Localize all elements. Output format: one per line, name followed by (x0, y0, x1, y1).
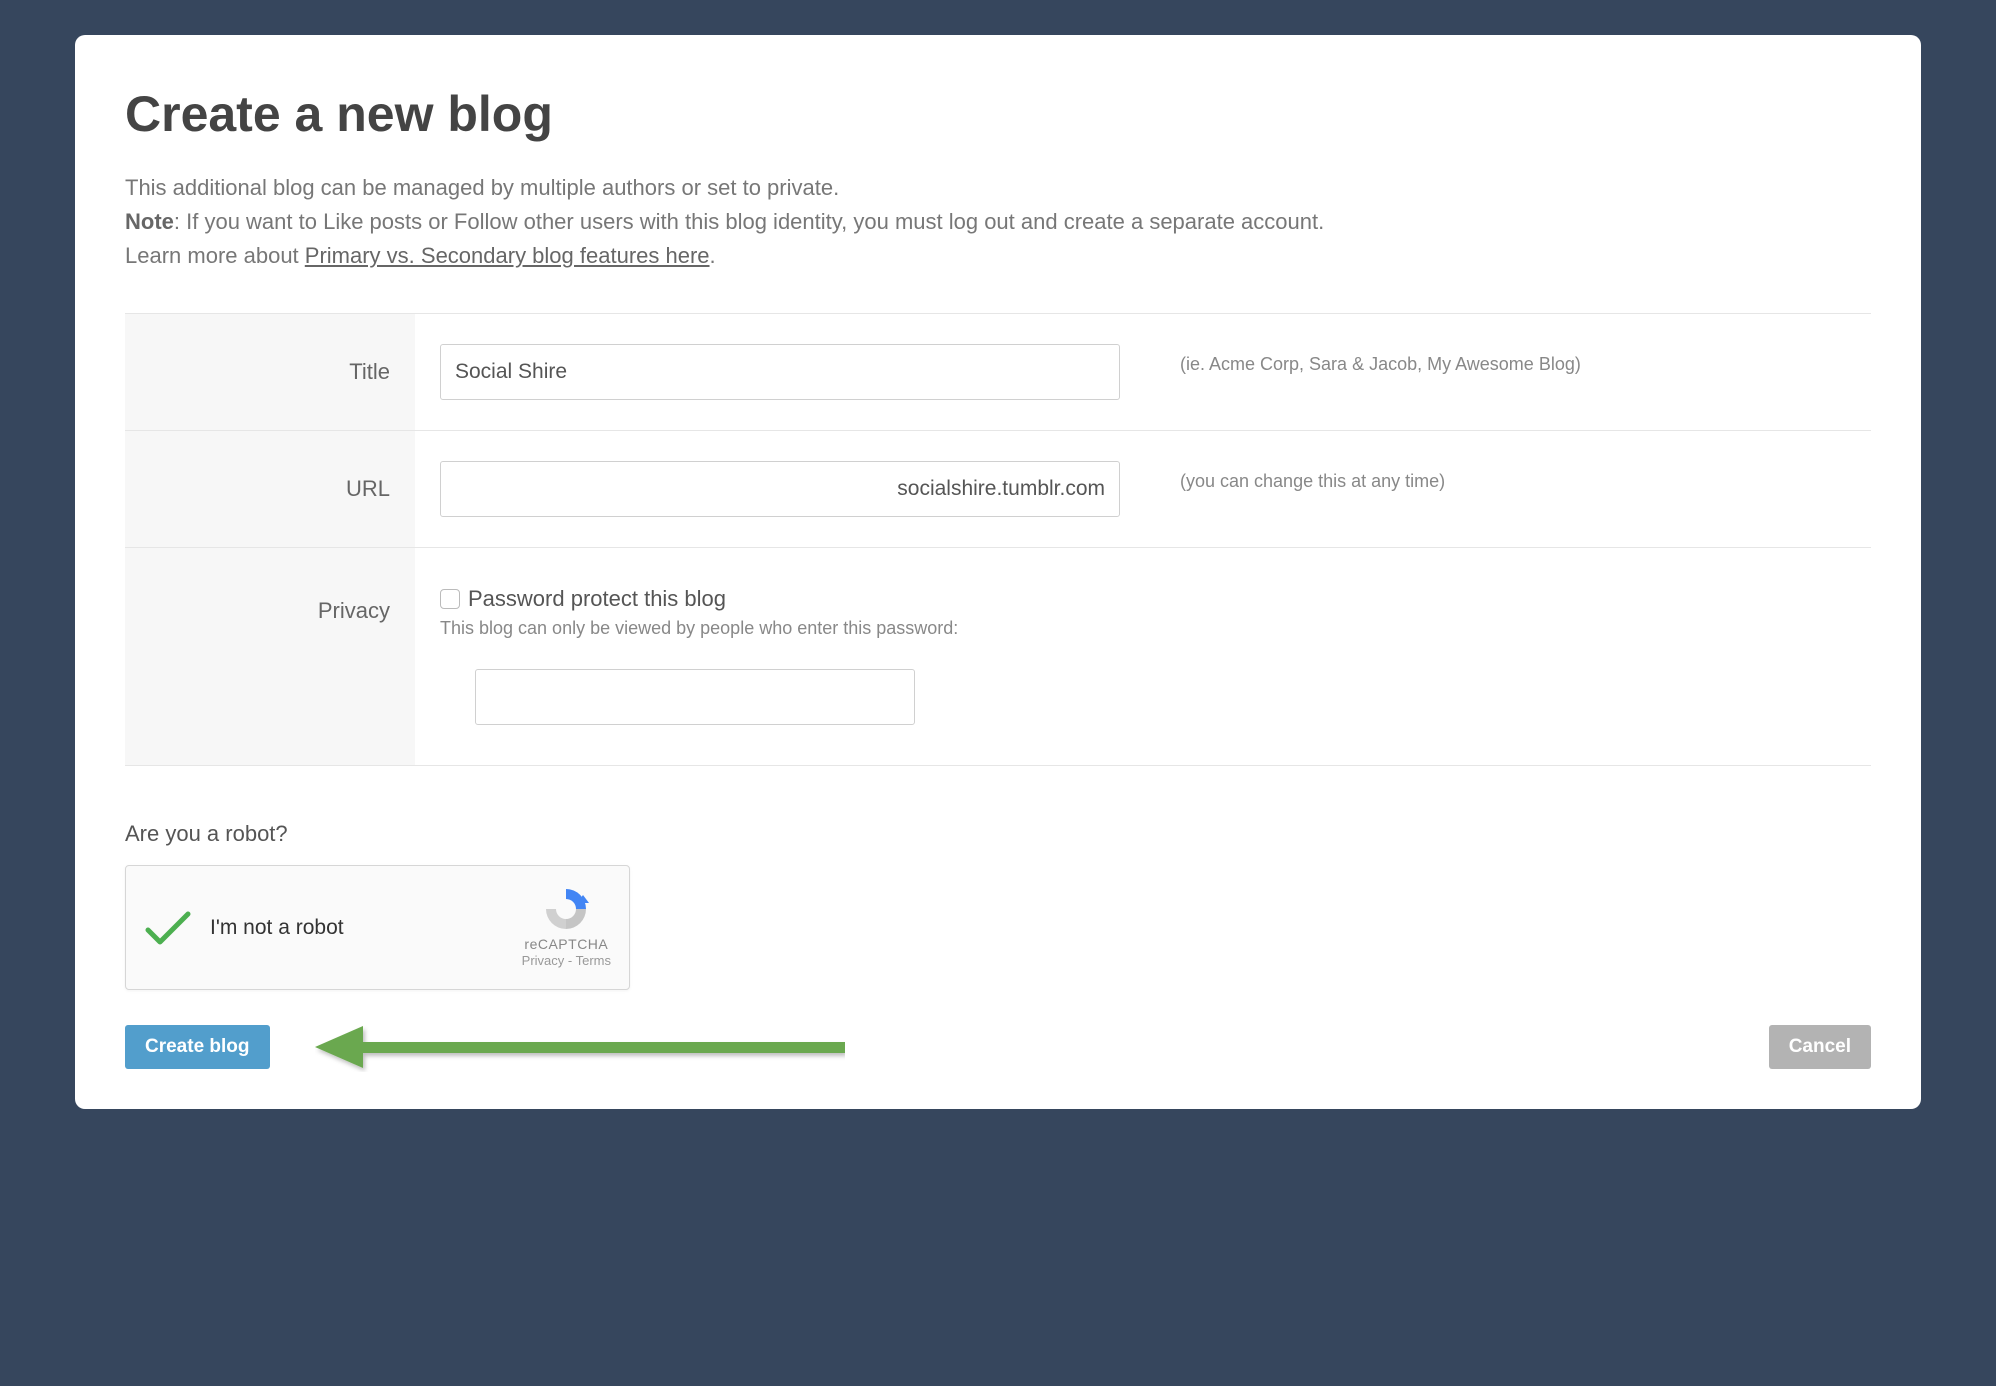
recaptcha-logo-icon (542, 885, 590, 933)
learn-suffix: . (710, 243, 716, 268)
arrow-annotation-icon (315, 1022, 845, 1072)
privacy-label: Privacy (125, 548, 415, 765)
recaptcha-brand: reCAPTCHA Privacy - Terms (522, 885, 611, 970)
learn-prefix: Learn more about (125, 243, 305, 268)
url-hint: (you can change this at any time) (1180, 461, 1445, 494)
intro-note: Note: If you want to Like posts or Follo… (125, 205, 1871, 239)
intro-text: This additional blog can be managed by m… (125, 171, 1871, 273)
button-row: Create blog Cancel (125, 1025, 1871, 1069)
title-hint: (ie. Acme Corp, Sara & Jacob, My Awesome… (1180, 344, 1581, 377)
privacy-checkbox-label: Password protect this blog (468, 586, 726, 612)
title-label: Title (125, 314, 415, 430)
recaptcha-privacy-terms[interactable]: Privacy - Terms (522, 953, 611, 970)
form-table: Title (ie. Acme Corp, Sara & Jacob, My A… (125, 313, 1871, 766)
recaptcha-widget[interactable]: I'm not a robot reCAPTCHA Privacy - Term… (125, 865, 630, 990)
note-text: : If you want to Like posts or Follow ot… (174, 209, 1324, 234)
privacy-checkbox[interactable] (440, 589, 460, 609)
note-label: Note (125, 209, 174, 234)
recaptcha-brand-text: reCAPTCHA (522, 935, 611, 953)
robot-section: Are you a robot? I'm not a robot reCAPTC… (125, 821, 1871, 990)
privacy-password-input[interactable] (475, 669, 915, 725)
checkmark-icon (144, 908, 192, 948)
title-input[interactable] (440, 344, 1120, 400)
learn-more-link[interactable]: Primary vs. Secondary blog features here (305, 243, 710, 268)
privacy-row: Privacy Password protect this blog This … (125, 548, 1871, 766)
privacy-description: This blog can only be viewed by people w… (440, 618, 1846, 639)
robot-question: Are you a robot? (125, 821, 1871, 847)
page-title: Create a new blog (125, 85, 1871, 143)
url-input[interactable] (440, 461, 1120, 517)
url-row: URL (you can change this at any time) (125, 431, 1871, 548)
create-blog-button[interactable]: Create blog (125, 1025, 270, 1069)
privacy-checkbox-line[interactable]: Password protect this blog (440, 586, 1846, 612)
recaptcha-label: I'm not a robot (210, 916, 522, 940)
intro-learn: Learn more about Primary vs. Secondary b… (125, 239, 1871, 273)
intro-line1: This additional blog can be managed by m… (125, 171, 1871, 205)
cancel-button[interactable]: Cancel (1769, 1025, 1871, 1069)
url-label: URL (125, 431, 415, 547)
create-blog-card: Create a new blog This additional blog c… (75, 35, 1921, 1109)
title-row: Title (ie. Acme Corp, Sara & Jacob, My A… (125, 314, 1871, 431)
